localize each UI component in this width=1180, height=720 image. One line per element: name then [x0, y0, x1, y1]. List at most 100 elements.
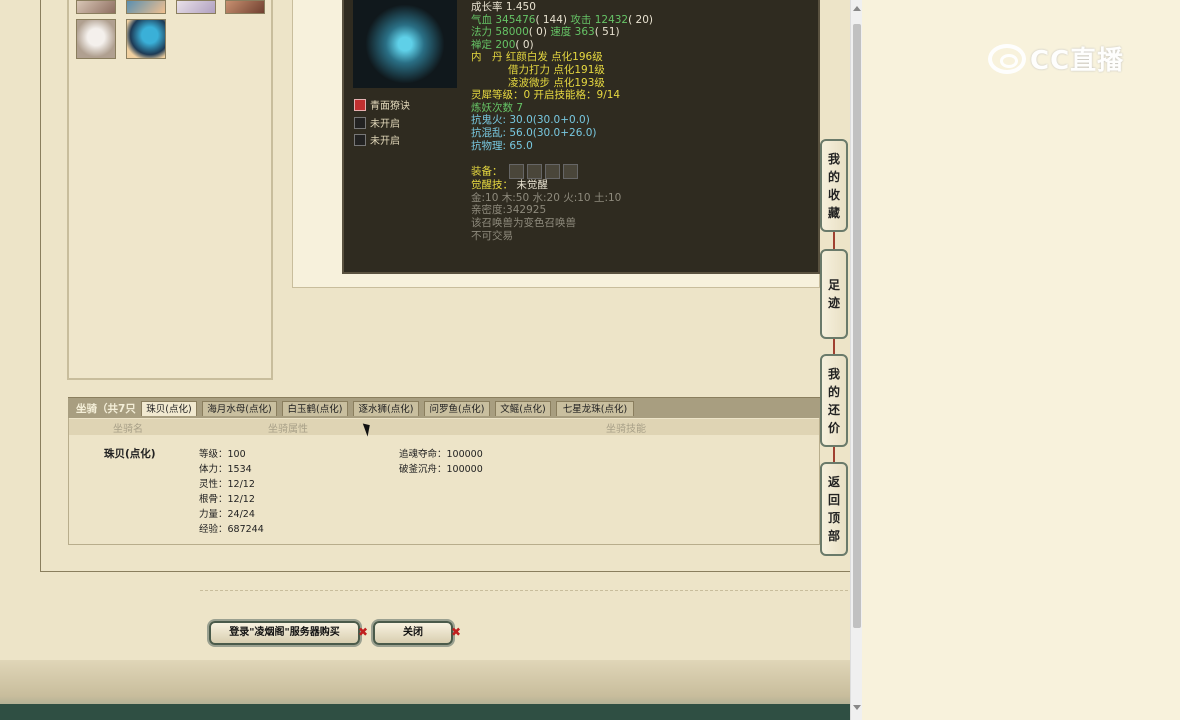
growth-rate: 成长率 1.450 — [471, 1, 536, 13]
mount-tab[interactable]: 七星龙珠(点化) — [556, 401, 634, 416]
scroll-up-icon[interactable] — [853, 6, 861, 11]
hp-label: 气血 — [471, 13, 492, 26]
pet-skill-row[interactable]: 未开启 — [354, 132, 400, 147]
side-nav-favorites[interactable]: 我 的 收 藏 — [820, 139, 848, 232]
mount-attr: 体力：1534 — [199, 464, 252, 475]
atk-label: 攻击 — [570, 13, 592, 26]
col-mount-skill: 坐骑技能 — [606, 424, 646, 435]
skill-label: 青面獠诀 — [370, 101, 410, 112]
side-nav-char: 的 — [827, 169, 840, 184]
logo-icon — [988, 43, 1026, 74]
mount-tab[interactable]: 海月水母(点化) — [202, 401, 277, 416]
variant-note: 该召唤兽为变色召唤兽 — [471, 216, 576, 229]
scroll-thumb[interactable] — [853, 24, 861, 628]
neidan-item: 凌波微步 点化193级 — [508, 76, 605, 89]
neidan-item: 借力打力 点化191级 — [508, 63, 605, 76]
stream-side-area — [862, 0, 1180, 720]
equip-slot-icon[interactable] — [562, 164, 578, 180]
trading-page: 青面獠诀 未开启 未开启 成长率 1.450 气血 345476( 144) 攻… — [0, 0, 850, 720]
buy-button[interactable]: 登录"凌烟阁"服务器购买 — [209, 621, 360, 645]
mount-attr: 经验：687244 — [199, 524, 264, 535]
pet-avatar[interactable] — [76, 19, 116, 59]
equip-label: 装备： — [471, 165, 503, 178]
neidan-label: 内 丹 — [471, 51, 503, 64]
pet-skill-row[interactable]: 青面獠诀 — [354, 97, 410, 112]
watermark-logo: CC直播 — [988, 40, 1124, 77]
mount-attr: 根骨：12/12 — [199, 494, 255, 505]
close-x-icon: ✖ — [358, 625, 369, 639]
side-nav-char: 价 — [827, 420, 840, 435]
intimacy: 亲密度:342925 — [471, 204, 547, 217]
mount-skill: 追魂夺命：100000 — [399, 449, 483, 460]
def-extra: ( 0) — [515, 38, 534, 51]
mount-info-table — [68, 418, 820, 545]
skill-icon — [354, 133, 366, 146]
pet-avatar[interactable] — [76, 0, 116, 14]
mount-tab[interactable]: 逐水狮(点化) — [353, 401, 419, 416]
side-nav-char: 我 — [827, 366, 840, 381]
divider — [200, 590, 848, 591]
def-value: 200 — [495, 38, 516, 51]
mount-attr: 灵性：12/12 — [199, 479, 255, 490]
close-button[interactable]: 关闭 — [373, 621, 453, 645]
mount-attr: 力量：24/24 — [199, 509, 255, 520]
skill-label: 未开启 — [370, 136, 400, 147]
mount-tab[interactable]: 白玉鹤(点化) — [282, 401, 348, 416]
mount-tab[interactable]: 文鳐(点化) — [495, 401, 551, 416]
skill-icon — [354, 116, 366, 129]
spd-extra: ( 51) — [594, 26, 620, 39]
col-mount-attr: 坐骑属性 — [268, 424, 308, 435]
equip-slot-icon[interactable] — [508, 164, 524, 180]
side-nav-history[interactable]: 足 迹 — [820, 249, 848, 339]
close-x-icon: ✖ — [451, 625, 462, 639]
scroll-down-icon[interactable] — [853, 705, 861, 710]
side-nav-my-bids[interactable]: 我 的 还 价 — [820, 354, 848, 447]
mp-value: 58000 — [495, 26, 529, 39]
lianyao-count: 炼妖次数 7 — [471, 101, 524, 114]
mount-tab[interactable]: 珠贝(点化) — [141, 401, 197, 416]
pet-skill-row[interactable]: 未开启 — [354, 115, 400, 130]
pet-stats: 成长率 1.450 气血 345476( 144) 攻击 12432( 20) … — [471, 1, 653, 242]
atk-value: 12432 — [594, 13, 629, 26]
side-nav-char: 回 — [827, 493, 840, 507]
logo-text: CC直播 — [1030, 46, 1125, 76]
mount-section-title: 坐骑（共7只 — [76, 403, 136, 415]
equip-slot-icon[interactable] — [544, 164, 560, 180]
mount-tab[interactable]: 问罗鱼(点化) — [424, 401, 490, 416]
pet-avatar[interactable] — [126, 19, 166, 59]
side-nav-char: 部 — [827, 529, 840, 543]
lingxi-level: 灵犀等级：0 开启技能格：9/14 — [471, 89, 621, 102]
mount-table-header — [69, 419, 819, 435]
neidan-item: 红颜白发 点化196级 — [505, 51, 603, 64]
def-label: 禅定 — [471, 38, 492, 51]
hp-value: 345476 — [495, 13, 536, 26]
side-nav-char: 返 — [827, 475, 840, 489]
pet-avatar[interactable] — [176, 0, 216, 14]
resist-fire: 抗鬼火: 30.0(30.0+0.0) — [471, 114, 590, 127]
mp-extra: ( 0) — [528, 26, 547, 39]
atk-extra: ( 20) — [628, 13, 654, 26]
side-nav-char: 收 — [827, 187, 840, 202]
trade-status: 不可交易 — [471, 229, 513, 242]
resist-chaos: 抗混乱: 56.0(30.0+26.0) — [471, 126, 597, 139]
mount-attr: 等级：100 — [199, 449, 246, 460]
side-nav-char: 还 — [827, 402, 840, 417]
side-nav-char: 的 — [827, 384, 840, 399]
resist-physical: 抗物理: 65.0 — [471, 139, 533, 152]
pet-avatar[interactable] — [225, 0, 265, 14]
skill-icon — [354, 98, 366, 111]
hp-extra: ( 144) — [535, 13, 568, 26]
side-nav-char: 迹 — [827, 296, 840, 310]
side-nav-char: 藏 — [827, 205, 840, 220]
equip-slot-icon[interactable] — [526, 164, 542, 180]
mount-skill: 破釜沉舟：100000 — [399, 464, 483, 475]
spd-label: 速度 — [550, 26, 572, 39]
skill-label: 未开启 — [370, 119, 400, 130]
five-elements: 金:10 木:50 水:20 火:10 土:10 — [471, 191, 622, 204]
pet-avatar[interactable] — [126, 0, 166, 14]
mp-label: 法力 — [471, 26, 492, 39]
awaken-value: 未觉醒 — [516, 179, 548, 192]
side-nav-char: 顶 — [827, 511, 840, 525]
col-mount-name: 坐骑名 — [113, 424, 143, 435]
side-nav-back-to-top[interactable]: 返 回 顶 部 — [820, 462, 848, 556]
